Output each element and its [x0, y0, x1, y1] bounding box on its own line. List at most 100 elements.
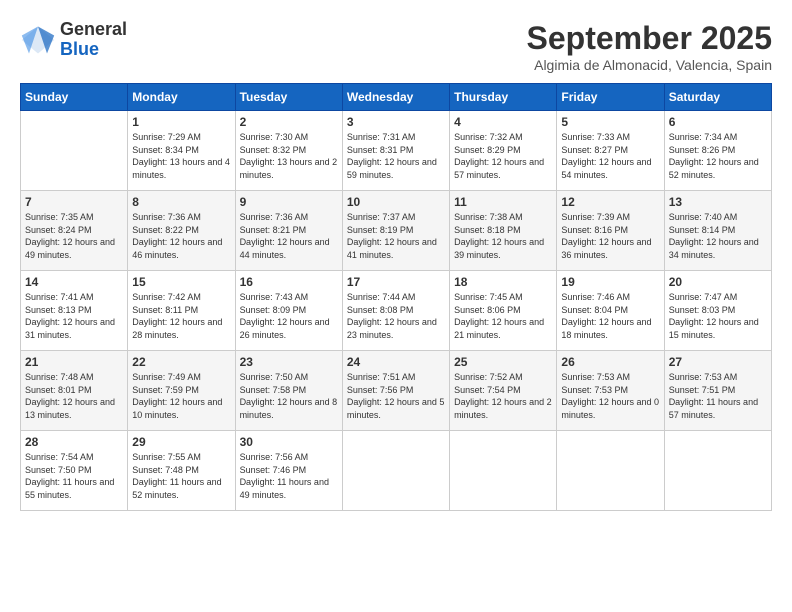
header-day-thursday: Thursday: [450, 84, 557, 111]
day-number: 8: [132, 195, 230, 209]
calendar-cell: 6 Sunrise: 7:34 AM Sunset: 8:26 PM Daylig…: [664, 111, 771, 191]
header-day-wednesday: Wednesday: [342, 84, 449, 111]
day-info: Sunrise: 7:35 AM Sunset: 8:24 PM Dayligh…: [25, 211, 123, 261]
logo-blue: Blue: [60, 40, 127, 60]
calendar-cell: 25Sunrise: 7:52 AM Sunset: 7:54 PM Dayli…: [450, 351, 557, 431]
calendar-week-2: 7 Sunrise: 7:35 AM Sunset: 8:24 PM Daylig…: [21, 191, 772, 271]
calendar-cell: 7 Sunrise: 7:35 AM Sunset: 8:24 PM Daylig…: [21, 191, 128, 271]
calendar-cell: 8 Sunrise: 7:36 AM Sunset: 8:22 PM Daylig…: [128, 191, 235, 271]
header-day-friday: Friday: [557, 84, 664, 111]
calendar-cell: 30Sunrise: 7:56 AM Sunset: 7:46 PM Dayli…: [235, 431, 342, 511]
day-number: 3: [347, 115, 445, 129]
day-number: 22: [132, 355, 230, 369]
calendar-week-1: 1Sunrise: 7:29 AM Sunset: 8:34 PM Daylig…: [21, 111, 772, 191]
day-info: Sunrise: 7:51 AM Sunset: 7:56 PM Dayligh…: [347, 371, 445, 421]
day-number: 18: [454, 275, 552, 289]
day-info: Sunrise: 7:53 AM Sunset: 7:53 PM Dayligh…: [561, 371, 659, 421]
calendar-cell: 15Sunrise: 7:42 AM Sunset: 8:11 PM Dayli…: [128, 271, 235, 351]
calendar-cell: [21, 111, 128, 191]
day-number: 27: [669, 355, 767, 369]
day-info: Sunrise: 7:30 AM Sunset: 8:32 PM Dayligh…: [240, 131, 338, 181]
day-number: 16: [240, 275, 338, 289]
day-number: 14: [25, 275, 123, 289]
header-day-tuesday: Tuesday: [235, 84, 342, 111]
day-number: 1: [132, 115, 230, 129]
day-number: 6: [669, 115, 767, 129]
header: General Blue September 2025 Algimia de A…: [20, 20, 772, 73]
day-number: 15: [132, 275, 230, 289]
day-number: 9: [240, 195, 338, 209]
day-info: Sunrise: 7:55 AM Sunset: 7:48 PM Dayligh…: [132, 451, 230, 501]
header-day-monday: Monday: [128, 84, 235, 111]
day-number: 20: [669, 275, 767, 289]
day-number: 13: [669, 195, 767, 209]
calendar-header-row: SundayMondayTuesdayWednesdayThursdayFrid…: [21, 84, 772, 111]
day-info: Sunrise: 7:36 AM Sunset: 8:22 PM Dayligh…: [132, 211, 230, 261]
calendar-cell: 11 Sunrise: 7:38 AM Sunset: 8:18 PM Dayli…: [450, 191, 557, 271]
logo-icon: [20, 22, 56, 58]
day-number: 24: [347, 355, 445, 369]
day-info: Sunrise: 7:31 AM Sunset: 8:31 PM Dayligh…: [347, 131, 445, 181]
logo: General Blue: [20, 20, 127, 60]
day-info: Sunrise: 7:45 AM Sunset: 8:06 PM Dayligh…: [454, 291, 552, 341]
month-title: September 2025: [527, 20, 772, 57]
day-info: Sunrise: 7:44 AM Sunset: 8:08 PM Dayligh…: [347, 291, 445, 341]
day-number: 28: [25, 435, 123, 449]
day-number: 11: [454, 195, 552, 209]
calendar-week-4: 21 Sunrise: 7:48 AM Sunset: 8:01 PM Dayli…: [21, 351, 772, 431]
day-info: Sunrise: 7:36 AM Sunset: 8:21 PM Dayligh…: [240, 211, 338, 261]
day-info: Sunrise: 7:47 AM Sunset: 8:03 PM Dayligh…: [669, 291, 767, 341]
calendar-cell: 28 Sunrise: 7:54 AM Sunset: 7:50 PM Dayli…: [21, 431, 128, 511]
day-number: 23: [240, 355, 338, 369]
calendar-cell: 20 Sunrise: 7:47 AM Sunset: 8:03 PM Dayli…: [664, 271, 771, 351]
calendar-cell: 17 Sunrise: 7:44 AM Sunset: 8:08 PM Dayli…: [342, 271, 449, 351]
calendar-cell: [557, 431, 664, 511]
day-number: 29: [132, 435, 230, 449]
logo-general: General: [60, 20, 127, 40]
day-info: Sunrise: 7:56 AM Sunset: 7:46 PM Dayligh…: [240, 451, 338, 501]
day-number: 19: [561, 275, 659, 289]
calendar-cell: 13 Sunrise: 7:40 AM Sunset: 8:14 PM Dayli…: [664, 191, 771, 271]
calendar-cell: 21 Sunrise: 7:48 AM Sunset: 8:01 PM Dayli…: [21, 351, 128, 431]
day-info: Sunrise: 7:39 AM Sunset: 8:16 PM Dayligh…: [561, 211, 659, 261]
calendar-cell: 24 Sunrise: 7:51 AM Sunset: 7:56 PM Dayli…: [342, 351, 449, 431]
day-info: Sunrise: 7:43 AM Sunset: 8:09 PM Dayligh…: [240, 291, 338, 341]
calendar-cell: 14Sunrise: 7:41 AM Sunset: 8:13 PM Dayli…: [21, 271, 128, 351]
calendar-cell: 27 Sunrise: 7:53 AM Sunset: 7:51 PM Dayli…: [664, 351, 771, 431]
day-info: Sunrise: 7:50 AM Sunset: 7:58 PM Dayligh…: [240, 371, 338, 421]
day-info: Sunrise: 7:48 AM Sunset: 8:01 PM Dayligh…: [25, 371, 123, 421]
location: Algimia de Almonacid, Valencia, Spain: [527, 57, 772, 73]
calendar-table: SundayMondayTuesdayWednesdayThursdayFrid…: [20, 83, 772, 511]
calendar-cell: 2Sunrise: 7:30 AM Sunset: 8:32 PM Daylig…: [235, 111, 342, 191]
day-number: 26: [561, 355, 659, 369]
day-info: Sunrise: 7:54 AM Sunset: 7:50 PM Dayligh…: [25, 451, 123, 501]
day-info: Sunrise: 7:37 AM Sunset: 8:19 PM Dayligh…: [347, 211, 445, 261]
day-number: 21: [25, 355, 123, 369]
title-area: September 2025 Algimia de Almonacid, Val…: [527, 20, 772, 73]
calendar-week-3: 14Sunrise: 7:41 AM Sunset: 8:13 PM Dayli…: [21, 271, 772, 351]
calendar-cell: 16 Sunrise: 7:43 AM Sunset: 8:09 PM Dayli…: [235, 271, 342, 351]
calendar-cell: 10Sunrise: 7:37 AM Sunset: 8:19 PM Dayli…: [342, 191, 449, 271]
calendar-cell: 23 Sunrise: 7:50 AM Sunset: 7:58 PM Dayli…: [235, 351, 342, 431]
day-info: Sunrise: 7:53 AM Sunset: 7:51 PM Dayligh…: [669, 371, 767, 421]
calendar-week-5: 28 Sunrise: 7:54 AM Sunset: 7:50 PM Dayli…: [21, 431, 772, 511]
calendar-cell: 22Sunrise: 7:49 AM Sunset: 7:59 PM Dayli…: [128, 351, 235, 431]
calendar-cell: 19Sunrise: 7:46 AM Sunset: 8:04 PM Dayli…: [557, 271, 664, 351]
calendar-cell: 12Sunrise: 7:39 AM Sunset: 8:16 PM Dayli…: [557, 191, 664, 271]
day-info: Sunrise: 7:34 AM Sunset: 8:26 PM Dayligh…: [669, 131, 767, 181]
day-number: 7: [25, 195, 123, 209]
day-info: Sunrise: 7:40 AM Sunset: 8:14 PM Dayligh…: [669, 211, 767, 261]
calendar-cell: 9 Sunrise: 7:36 AM Sunset: 8:21 PM Daylig…: [235, 191, 342, 271]
day-info: Sunrise: 7:33 AM Sunset: 8:27 PM Dayligh…: [561, 131, 659, 181]
day-info: Sunrise: 7:38 AM Sunset: 8:18 PM Dayligh…: [454, 211, 552, 261]
day-info: Sunrise: 7:32 AM Sunset: 8:29 PM Dayligh…: [454, 131, 552, 181]
day-number: 5: [561, 115, 659, 129]
logo-text: General Blue: [60, 20, 127, 60]
day-number: 4: [454, 115, 552, 129]
calendar-cell: 4 Sunrise: 7:32 AM Sunset: 8:29 PM Daylig…: [450, 111, 557, 191]
day-number: 17: [347, 275, 445, 289]
header-day-saturday: Saturday: [664, 84, 771, 111]
calendar-cell: 26 Sunrise: 7:53 AM Sunset: 7:53 PM Dayli…: [557, 351, 664, 431]
calendar-cell: [450, 431, 557, 511]
header-day-sunday: Sunday: [21, 84, 128, 111]
